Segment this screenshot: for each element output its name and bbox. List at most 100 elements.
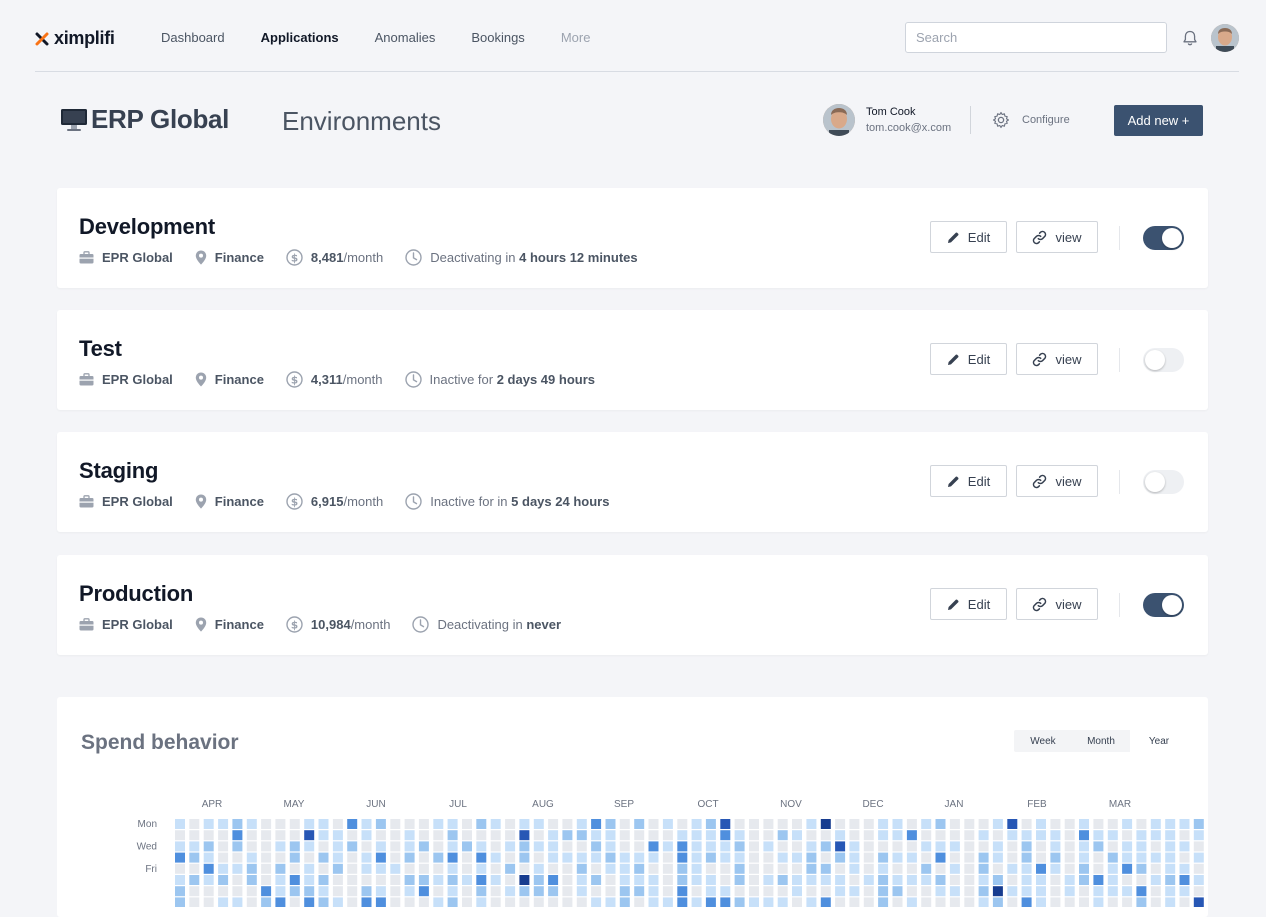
heatmap-cell[interactable] — [1107, 886, 1118, 897]
heatmap-cell[interactable] — [476, 863, 487, 874]
heatmap-cell[interactable] — [390, 863, 401, 874]
heatmap-cell[interactable] — [892, 875, 903, 885]
heatmap-cell[interactable] — [619, 852, 630, 863]
heatmap-cell[interactable] — [548, 841, 559, 852]
heatmap-cell[interactable] — [261, 830, 272, 841]
heatmap-cell[interactable] — [1050, 830, 1061, 841]
heatmap-cell[interactable] — [1179, 875, 1190, 885]
edit-button[interactable]: Edit — [930, 343, 1007, 375]
heatmap-cell[interactable] — [619, 841, 630, 852]
heatmap-cell[interactable] — [1007, 852, 1018, 863]
heatmap-cell[interactable] — [820, 897, 831, 907]
heatmap-cell[interactable] — [835, 875, 846, 885]
heatmap-cell[interactable] — [447, 863, 458, 874]
heatmap-cell[interactable] — [533, 830, 544, 841]
heatmap-cell[interactable] — [203, 819, 214, 829]
heatmap-cell[interactable] — [1079, 897, 1089, 907]
heatmap-cell[interactable] — [792, 852, 802, 863]
heatmap-cell[interactable] — [490, 875, 501, 885]
heatmap-cell[interactable] — [275, 897, 286, 907]
heatmap-cell[interactable] — [591, 830, 602, 841]
heatmap-cell[interactable] — [433, 886, 444, 897]
heatmap-cell[interactable] — [949, 819, 960, 829]
heatmap-cell[interactable] — [576, 852, 587, 863]
heatmap-cell[interactable] — [476, 897, 487, 907]
heatmap-cell[interactable] — [906, 886, 917, 897]
heatmap-cell[interactable] — [519, 863, 530, 874]
heatmap-cell[interactable] — [1007, 841, 1018, 852]
heatmap-cell[interactable] — [648, 886, 659, 897]
heatmap-cell[interactable] — [1050, 886, 1061, 897]
heatmap-cell[interactable] — [1107, 897, 1118, 907]
heatmap-cell[interactable] — [519, 819, 530, 829]
heatmap-cell[interactable] — [1021, 886, 1032, 897]
configure-link[interactable]: Configure — [1022, 114, 1070, 126]
heatmap-cell[interactable] — [677, 841, 688, 852]
heatmap-cell[interactable] — [246, 875, 257, 885]
heatmap-cell[interactable] — [691, 875, 702, 885]
heatmap-cell[interactable] — [1093, 852, 1104, 863]
heatmap-cell[interactable] — [304, 819, 315, 829]
heatmap-cell[interactable] — [648, 830, 659, 841]
heatmap-cell[interactable] — [849, 841, 860, 852]
heatmap-cell[interactable] — [978, 863, 989, 874]
heatmap-cell[interactable] — [749, 841, 759, 852]
brand-logo[interactable]: ximplifi — [35, 28, 115, 49]
heatmap-cell[interactable] — [806, 830, 817, 841]
heatmap-cell[interactable] — [347, 819, 358, 829]
heatmap-cell[interactable] — [662, 863, 673, 874]
heatmap-cell[interactable] — [921, 841, 932, 852]
heatmap-cell[interactable] — [863, 897, 874, 907]
heatmap-cell[interactable] — [1021, 863, 1032, 874]
heatmap-cell[interactable] — [992, 863, 1003, 874]
heatmap-cell[interactable] — [1179, 897, 1190, 907]
heatmap-cell[interactable] — [677, 875, 688, 885]
heatmap-cell[interactable] — [662, 886, 673, 897]
heatmap-cell[interactable] — [218, 897, 229, 907]
heatmap-cell[interactable] — [332, 819, 343, 829]
heatmap-cell[interactable] — [189, 875, 200, 885]
heatmap-cell[interactable] — [1079, 886, 1089, 897]
heatmap-cell[interactable] — [1150, 897, 1161, 907]
heatmap-cell[interactable] — [1122, 819, 1133, 829]
heatmap-cell[interactable] — [1036, 875, 1046, 885]
heatmap-cell[interactable] — [1179, 841, 1190, 852]
heatmap-cell[interactable] — [361, 841, 372, 852]
heatmap-cell[interactable] — [662, 830, 673, 841]
heatmap-cell[interactable] — [275, 863, 286, 874]
heatmap-cell[interactable] — [1136, 897, 1147, 907]
heatmap-cell[interactable] — [375, 852, 386, 863]
heatmap-cell[interactable] — [1165, 830, 1176, 841]
heatmap-cell[interactable] — [1021, 875, 1032, 885]
heatmap-cell[interactable] — [189, 863, 200, 874]
heatmap-cell[interactable] — [806, 841, 817, 852]
heatmap-cell[interactable] — [548, 875, 559, 885]
heatmap-cell[interactable] — [1064, 841, 1075, 852]
heatmap-cell[interactable] — [921, 897, 932, 907]
heatmap-cell[interactable] — [1079, 819, 1089, 829]
heatmap-cell[interactable] — [1050, 852, 1061, 863]
heatmap-cell[interactable] — [634, 819, 645, 829]
heatmap-cell[interactable] — [705, 875, 716, 885]
heatmap-cell[interactable] — [892, 852, 903, 863]
heatmap-cell[interactable] — [691, 830, 702, 841]
heatmap-cell[interactable] — [835, 886, 846, 897]
heatmap-cell[interactable] — [705, 886, 716, 897]
heatmap-cell[interactable] — [949, 863, 960, 874]
heatmap-cell[interactable] — [806, 819, 817, 829]
heatmap-cell[interactable] — [992, 830, 1003, 841]
heatmap-cell[interactable] — [318, 830, 329, 841]
heatmap-cell[interactable] — [304, 830, 315, 841]
heatmap-cell[interactable] — [605, 886, 616, 897]
heatmap-cell[interactable] — [490, 830, 501, 841]
environment-toggle[interactable] — [1143, 470, 1184, 494]
heatmap-cell[interactable] — [662, 852, 673, 863]
heatmap-cell[interactable] — [232, 830, 243, 841]
heatmap-cell[interactable] — [1179, 819, 1190, 829]
heatmap-cell[interactable] — [1165, 819, 1176, 829]
heatmap-cell[interactable] — [906, 819, 917, 829]
heatmap-cell[interactable] — [734, 863, 745, 874]
heatmap-cell[interactable] — [863, 841, 874, 852]
heatmap-cell[interactable] — [906, 863, 917, 874]
heatmap-cell[interactable] — [418, 875, 429, 885]
